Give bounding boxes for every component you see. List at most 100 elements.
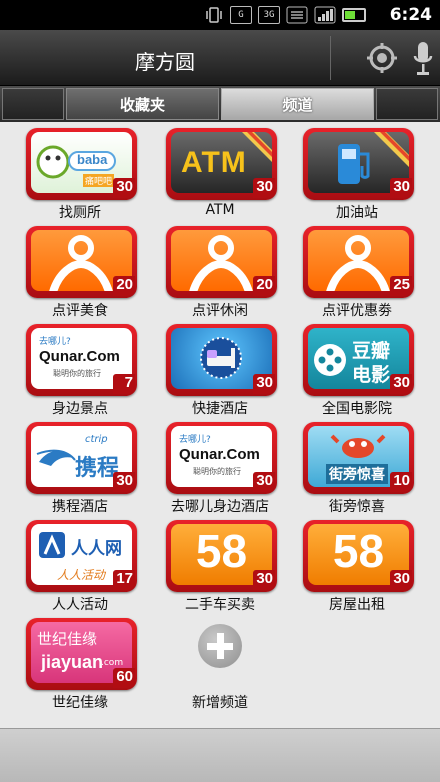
channel-icon: 30 <box>303 128 414 200</box>
channel-used-cars[interactable]: 58 30 二手车买卖 <box>140 514 286 613</box>
channel-icon: baba 痛吧吧 30 <box>26 128 137 200</box>
channel-label: 房屋出租 <box>329 597 385 613</box>
channel-label: 点评休闲 <box>192 303 248 319</box>
app-title: 摩方圆 <box>135 50 195 74</box>
locate-icon[interactable] <box>366 42 398 74</box>
add-channel-label: 新增频道 <box>192 695 248 711</box>
qunar-logo-text: Qunar.Com <box>179 446 260 463</box>
channel-icon: 58 30 <box>303 520 414 592</box>
channel-ctrip-hotel[interactable]: ctrip 携程 30 携程酒店 <box>0 416 146 515</box>
channel-count: 30 <box>390 374 412 394</box>
channel-dianping-leisure[interactable]: 20 点评休闲 <box>140 220 286 319</box>
channel-count: 20 <box>113 276 135 296</box>
channel-count: 30 <box>390 570 412 590</box>
qunar-logo-text: Qunar.Com <box>39 348 120 365</box>
channel-count: 10 <box>390 472 412 492</box>
channel-count: 30 <box>390 178 412 198</box>
channel-label: 找厕所 <box>59 205 101 221</box>
toilet-logo-sub: 痛吧吧 <box>83 174 115 187</box>
tab-channels[interactable]: 频道 <box>221 88 374 120</box>
channel-cinemas[interactable]: 豆瓣 电影 30 全国电影院 <box>277 318 423 417</box>
channel-budget-hotel[interactable]: 30 快捷酒店 <box>140 318 286 417</box>
channel-icon: 20 <box>166 226 277 298</box>
status-icons: G 3G <box>204 6 366 24</box>
channel-icon: ctrip 携程 30 <box>26 422 137 494</box>
title-divider <box>330 36 331 80</box>
channel-count: 30 <box>113 178 135 198</box>
channel-label: 快捷酒店 <box>192 401 248 417</box>
qunar-logo-sub: 聪明你的旅行 <box>193 467 241 476</box>
title-bar: 摩方圆 <box>0 30 440 86</box>
corner-ribbon-icon <box>242 132 272 162</box>
channel-label: 身边景点 <box>52 401 108 417</box>
channel-count: 20 <box>253 276 275 296</box>
add-channel-button[interactable]: 新增频道 <box>140 612 286 711</box>
channel-icon: 20 <box>26 226 137 298</box>
status-time: 6:24 <box>389 5 432 25</box>
bottom-bar <box>0 728 440 782</box>
status-bar: G 3G 6:24 <box>0 0 440 30</box>
channel-count: 30 <box>253 374 275 394</box>
channel-count: 25 <box>390 276 412 296</box>
channel-atm[interactable]: ATM 30 ATM <box>140 122 286 218</box>
battery-icon <box>342 8 366 22</box>
channel-count: 30 <box>253 570 275 590</box>
renren-logo-text: 人人网 <box>71 539 122 558</box>
channel-count: 17 <box>113 570 135 590</box>
microphone-icon[interactable] <box>412 40 434 78</box>
channel-count: 7 <box>113 374 135 394</box>
channel-gas-station[interactable]: 30 加油站 <box>277 122 423 221</box>
jiayuan-logo-sub: jiayuan <box>41 652 104 672</box>
channel-label: ATM <box>205 202 235 218</box>
channel-icon: 去哪儿? Qunar.Com 聪明你的旅行 30 <box>166 422 277 494</box>
channel-count: 60 <box>113 668 135 688</box>
tab-edge-right <box>376 88 438 120</box>
signal-icon <box>314 6 336 24</box>
ctrip-logo-top: ctrip <box>85 434 108 445</box>
qunar-logo-sub: 聪明你的旅行 <box>53 369 101 378</box>
channel-qunar-hotel[interactable]: 去哪儿? Qunar.Com 聪明你的旅行 30 去哪儿身边酒店 <box>140 416 286 515</box>
channel-label: 街旁惊喜 <box>329 499 385 515</box>
channel-icon: 人人网 人人活动 17 <box>26 520 137 592</box>
channel-label: 二手车买卖 <box>185 597 255 613</box>
qunar-logo-top: 去哪儿? <box>179 435 211 445</box>
channel-count: 30 <box>253 178 275 198</box>
channel-icon: ATM 30 <box>166 128 277 200</box>
channel-label: 去哪儿身边酒店 <box>171 499 269 515</box>
tab-bar: 收藏夹 频道 <box>0 86 440 122</box>
channel-dianping-food[interactable]: 20 点评美食 <box>0 220 146 319</box>
g-signal-icon: G <box>230 6 252 24</box>
channel-renren-events[interactable]: 人人网 人人活动 17 人人活动 <box>0 514 146 613</box>
channel-icon: 25 <box>303 226 414 298</box>
tab-edge-left <box>2 88 64 120</box>
jiepang-logo-text: 街旁惊喜 <box>326 464 388 484</box>
channel-nearby-sights[interactable]: 去哪儿? Qunar.Com 聪明你的旅行 7 身边景点 <box>0 318 146 417</box>
channel-label: 携程酒店 <box>52 499 108 515</box>
douban-logo-text: 豆瓣 <box>352 341 391 362</box>
channel-label: 点评美食 <box>52 303 108 319</box>
channel-jiayuan[interactable]: 世纪佳缘 jiayuan .com 60 世纪佳缘 <box>0 612 146 711</box>
channel-icon: 去哪儿? Qunar.Com 聪明你的旅行 7 <box>26 324 137 396</box>
channel-icon: 30 <box>166 324 277 396</box>
jiayuan-logo-domain: .com <box>101 658 124 668</box>
sync-icon <box>286 6 308 24</box>
channel-house-rental[interactable]: 58 30 房屋出租 <box>277 514 423 613</box>
douban-logo-sub: 电影 <box>352 365 391 386</box>
channel-label: 加油站 <box>336 205 378 221</box>
channel-count: 30 <box>113 472 135 492</box>
channel-icon: 街旁惊喜 10 <box>303 422 414 494</box>
channel-label: 全国电影院 <box>322 401 392 417</box>
tab-favorites[interactable]: 收藏夹 <box>66 88 219 120</box>
vibrate-icon <box>206 7 222 23</box>
qunar-logo-top: 去哪儿? <box>39 337 71 347</box>
jiayuan-logo-text: 世纪佳缘 <box>37 630 98 648</box>
channel-find-toilet[interactable]: baba 痛吧吧 30 找厕所 <box>0 122 146 221</box>
atm-logo-text: ATM <box>181 146 247 179</box>
channel-count: 30 <box>253 472 275 492</box>
toilet-logo-text: baba <box>77 152 108 167</box>
channel-label: 人人活动 <box>52 597 108 613</box>
channel-icon: 58 30 <box>166 520 277 592</box>
channel-dianping-coupons[interactable]: 25 点评优惠劵 <box>277 220 423 319</box>
channel-jiepang[interactable]: 街旁惊喜 10 街旁惊喜 <box>277 416 423 515</box>
renren-logo-sub: 人人活动 <box>57 568 106 582</box>
